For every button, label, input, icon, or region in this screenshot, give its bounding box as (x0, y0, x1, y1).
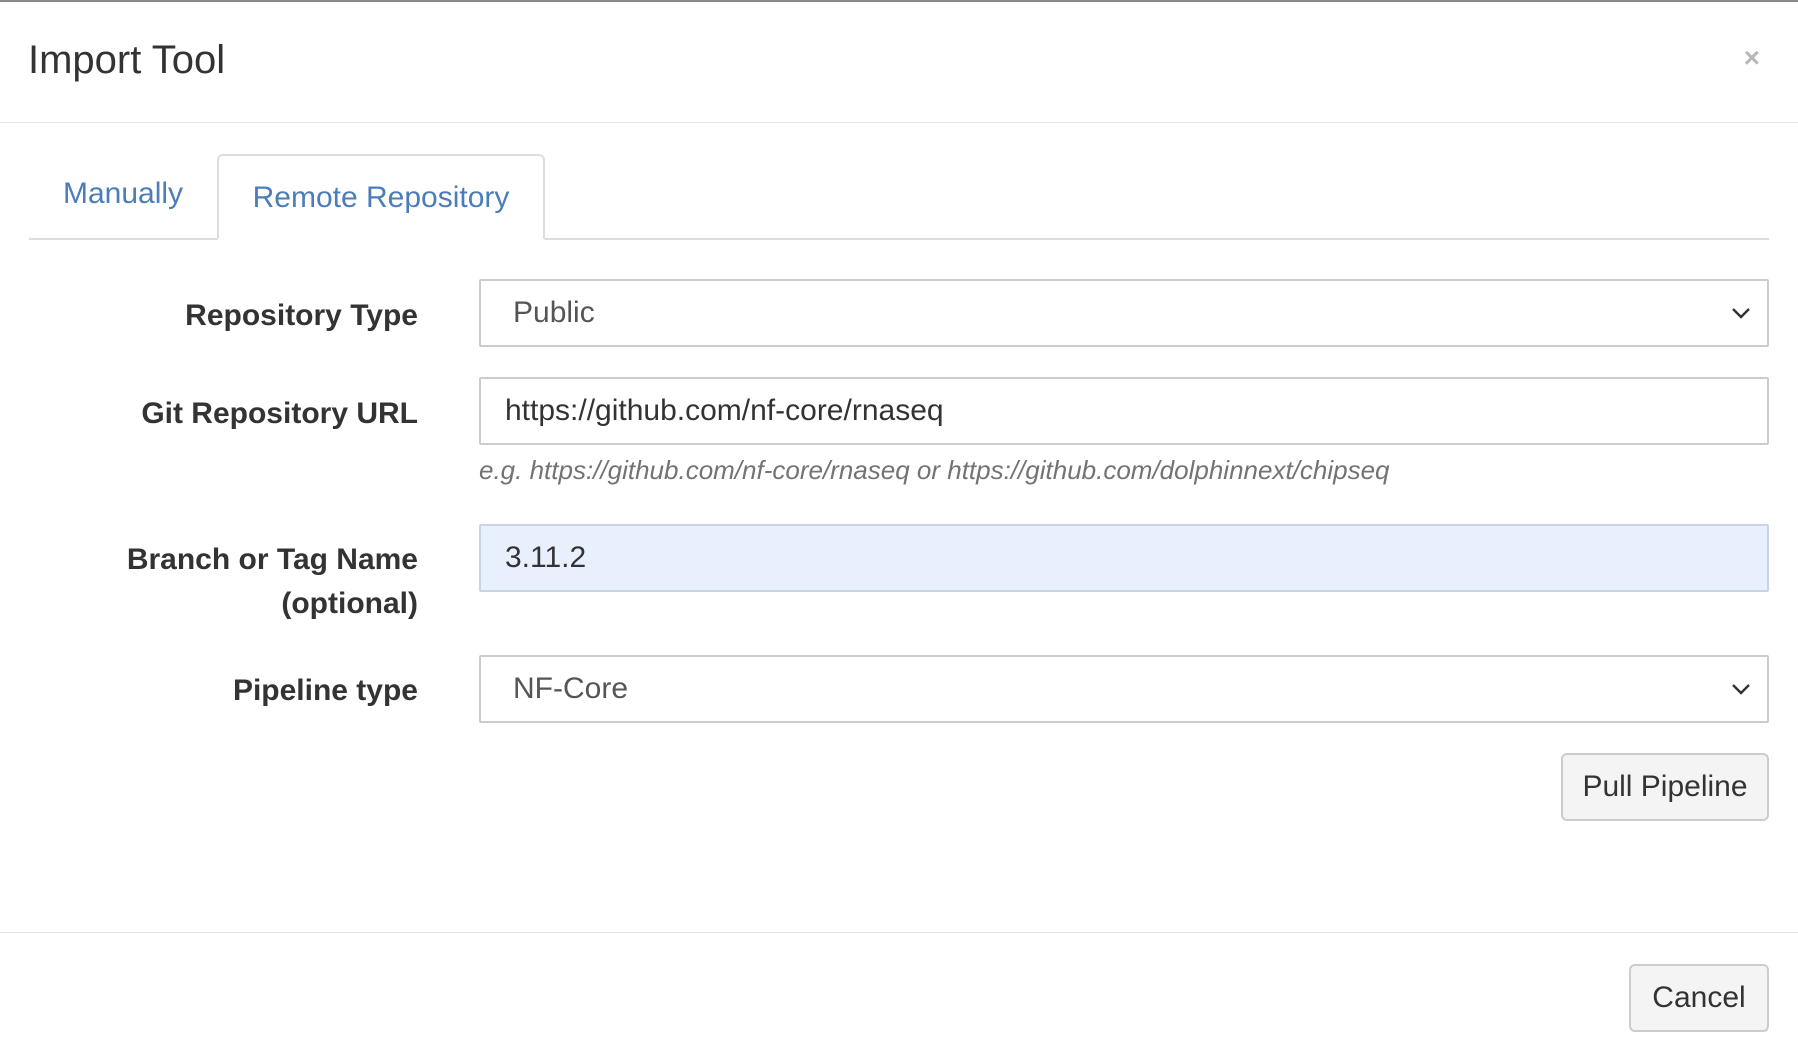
cancel-button[interactable]: Cancel (1629, 964, 1769, 1032)
branch-value: 3.11.2 (505, 541, 587, 574)
git-url-input[interactable]: https://github.com/nf-core/rnaseq (479, 377, 1769, 445)
branch-label: Branch or Tag Name (126, 543, 418, 576)
tab-manually[interactable]: Manually (29, 154, 217, 238)
git-url-value: https://github.com/nf-core/rnaseq (505, 394, 944, 427)
tab-bar: Manually Remote Repository (29, 154, 1769, 240)
git-url-help-text: e.g. https://github.com/nf-core/rnaseq o… (479, 455, 1390, 485)
tab-remote-repository[interactable]: Remote Repository (217, 154, 545, 240)
modal-header: Import Tool × (0, 2, 1798, 123)
chevron-down-icon (1732, 308, 1750, 319)
branch-label-optional: (optional) (281, 587, 418, 620)
repository-type-label: Repository Type (185, 299, 418, 332)
git-url-label: Git Repository URL (141, 397, 418, 430)
chevron-down-icon (1732, 684, 1750, 695)
repository-type-select[interactable]: Public (479, 279, 1769, 347)
pipeline-type-value: NF-Core (513, 672, 629, 705)
close-icon[interactable]: × (1744, 38, 1760, 78)
pull-pipeline-button[interactable]: Pull Pipeline (1561, 753, 1769, 821)
branch-input[interactable]: 3.11.2 (479, 524, 1769, 592)
modal-title: Import Tool (28, 38, 226, 82)
pipeline-type-select[interactable]: NF-Core (479, 655, 1769, 723)
modal-footer (0, 932, 1798, 1059)
pipeline-type-label: Pipeline type (232, 674, 418, 707)
repository-type-value: Public (513, 296, 595, 329)
